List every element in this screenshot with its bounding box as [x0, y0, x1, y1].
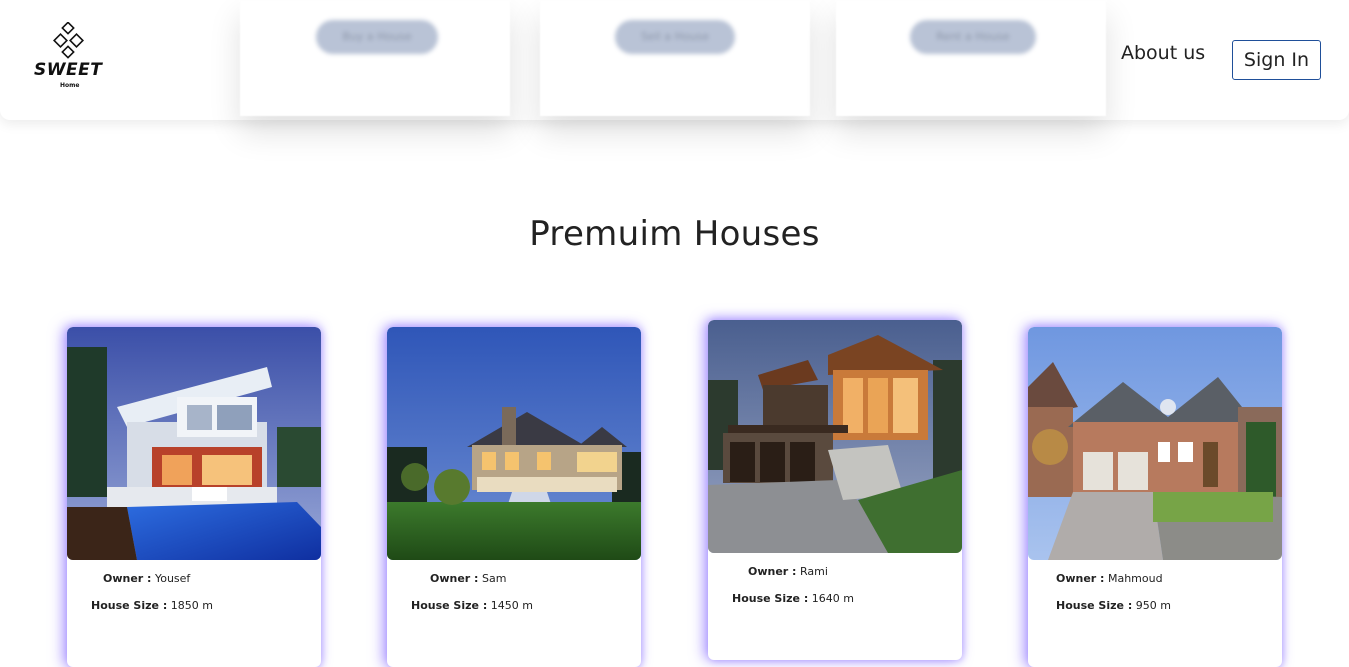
house-photo [67, 327, 321, 560]
nav-card-buy[interactable]: Buy a House [240, 0, 510, 116]
size-label: House Size : [1056, 599, 1133, 612]
owner-row: Owner : Yousef [103, 572, 190, 585]
nav-card-sell[interactable]: Sell a House [540, 0, 810, 116]
house-photo [1028, 327, 1282, 560]
owner-value: Rami [799, 565, 828, 578]
owner-value: Mahmoud [1107, 572, 1163, 585]
brand-name: SWEET [34, 60, 103, 80]
owner-label: Owner : [1056, 572, 1105, 585]
size-row: House Size : 950 m [1056, 599, 1171, 612]
owner-value: Yousef [154, 572, 191, 585]
house-photo [387, 327, 641, 560]
owner-row: Owner : Mahmoud [1056, 572, 1163, 585]
house-card[interactable]: Owner : Sam House Size : 1450 m [387, 327, 641, 667]
house-photo [708, 320, 962, 553]
nav-card-rent[interactable]: Rent a House [836, 0, 1106, 116]
brand-logo[interactable]: SWEET Home [30, 21, 110, 94]
owner-row: Owner : Sam [430, 572, 506, 585]
size-row: House Size : 1850 m [91, 599, 213, 612]
nav-pill-sell[interactable]: Sell a House [615, 20, 735, 54]
owner-label: Owner : [103, 572, 152, 585]
size-label: House Size : [91, 599, 168, 612]
owner-value: Sam [481, 572, 507, 585]
about-us-link[interactable]: About us [1121, 42, 1205, 64]
size-label: House Size : [411, 599, 488, 612]
house-card[interactable]: Owner : Mahmoud House Size : 950 m [1028, 327, 1282, 667]
diamond-logo-icon [53, 21, 84, 59]
brand-sub: Home [60, 82, 80, 89]
owner-label: Owner : [430, 572, 479, 585]
owner-label: Owner : [748, 565, 797, 578]
size-label: House Size : [732, 592, 809, 605]
size-value: 1640 m [811, 592, 854, 605]
nav-pill-rent[interactable]: Rent a House [910, 20, 1036, 54]
size-value: 950 m [1135, 599, 1171, 612]
section-title: Premuim Houses [529, 214, 820, 254]
house-card[interactable]: Owner : Yousef House Size : 1850 m [67, 327, 321, 667]
house-card[interactable]: Owner : Rami House Size : 1640 m [708, 320, 962, 660]
size-row: House Size : 1450 m [411, 599, 533, 612]
nav-pill-buy[interactable]: Buy a House [316, 20, 438, 54]
sign-in-button[interactable]: Sign In [1232, 40, 1321, 80]
top-navbar: SWEET Home Buy a House Sell a House Rent… [0, 0, 1349, 120]
size-row: House Size : 1640 m [732, 592, 854, 605]
owner-row: Owner : Rami [748, 565, 828, 578]
size-value: 1850 m [170, 599, 213, 612]
size-value: 1450 m [490, 599, 533, 612]
